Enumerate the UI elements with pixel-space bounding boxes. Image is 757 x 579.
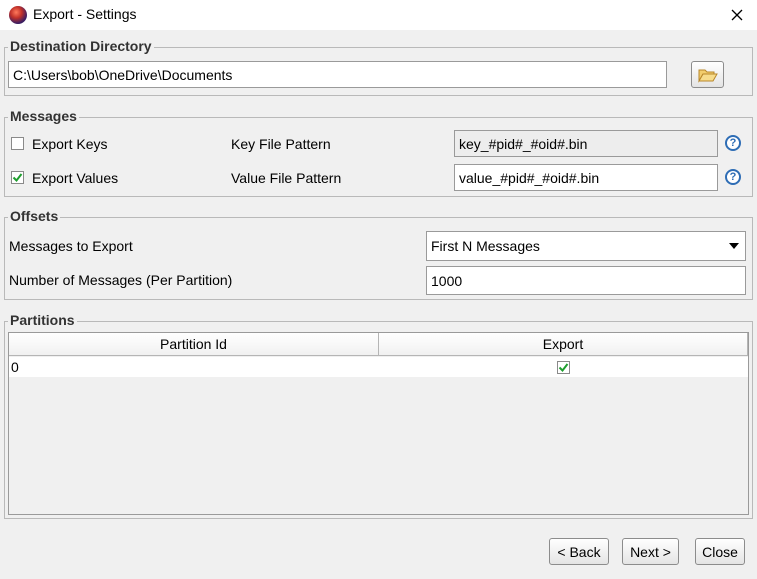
- export-keys-checkbox[interactable]: [11, 137, 24, 150]
- checkmark-icon: [12, 173, 23, 183]
- app-logo-icon: [9, 6, 27, 24]
- partition-export-checkbox[interactable]: [557, 360, 570, 374]
- messages-to-export-value: First N Messages: [431, 238, 540, 254]
- chevron-down-icon: [729, 243, 739, 249]
- close-icon: [731, 9, 743, 21]
- value-file-pattern-label: Value File Pattern: [231, 170, 342, 186]
- checkmark-icon: [558, 362, 569, 372]
- value-pattern-help-button[interactable]: ?: [725, 169, 741, 185]
- key-file-pattern-label: Key File Pattern: [231, 136, 331, 152]
- back-button[interactable]: < Back: [549, 538, 609, 565]
- table-header: Partition Id Export: [9, 333, 748, 357]
- browse-folder-button[interactable]: [691, 61, 724, 88]
- offsets-group-title: Offsets: [8, 208, 61, 224]
- messages-group-title: Messages: [8, 108, 79, 124]
- window-close-button[interactable]: [722, 2, 752, 28]
- column-header-partition-id[interactable]: Partition Id: [9, 333, 379, 356]
- key-pattern-help-button[interactable]: ?: [725, 135, 741, 151]
- number-of-messages-input[interactable]: 1000: [426, 266, 746, 295]
- destination-group-title: Destination Directory: [8, 38, 154, 54]
- export-values-checkbox[interactable]: [11, 171, 24, 184]
- question-mark-icon: ?: [729, 137, 737, 149]
- window-title: Export - Settings: [33, 6, 137, 22]
- question-mark-icon: ?: [729, 171, 737, 183]
- messages-to-export-label: Messages to Export: [9, 238, 133, 254]
- title-bar: Export - Settings: [0, 0, 757, 30]
- export-values-label: Export Values: [32, 170, 119, 186]
- table-row[interactable]: 0: [9, 357, 748, 377]
- value-file-pattern-input[interactable]: value_#pid#_#oid#.bin: [454, 164, 718, 191]
- destination-path-input[interactable]: C:\Users\bob\OneDrive\Documents: [8, 61, 667, 88]
- key-file-pattern-input[interactable]: key_#pid#_#oid#.bin: [454, 130, 718, 157]
- export-cell: [379, 357, 748, 377]
- column-header-export[interactable]: Export: [379, 333, 748, 356]
- partitions-table: Partition Id Export 0: [8, 332, 749, 515]
- next-button[interactable]: Next >: [622, 538, 679, 565]
- partition-id-cell: 0: [11, 359, 19, 375]
- close-button[interactable]: Close: [695, 538, 745, 565]
- number-of-messages-label: Number of Messages (Per Partition): [9, 272, 233, 288]
- export-keys-label: Export Keys: [32, 136, 108, 152]
- folder-open-icon: [697, 69, 718, 83]
- partitions-group-title: Partitions: [8, 312, 77, 328]
- messages-to-export-select[interactable]: First N Messages: [426, 231, 746, 261]
